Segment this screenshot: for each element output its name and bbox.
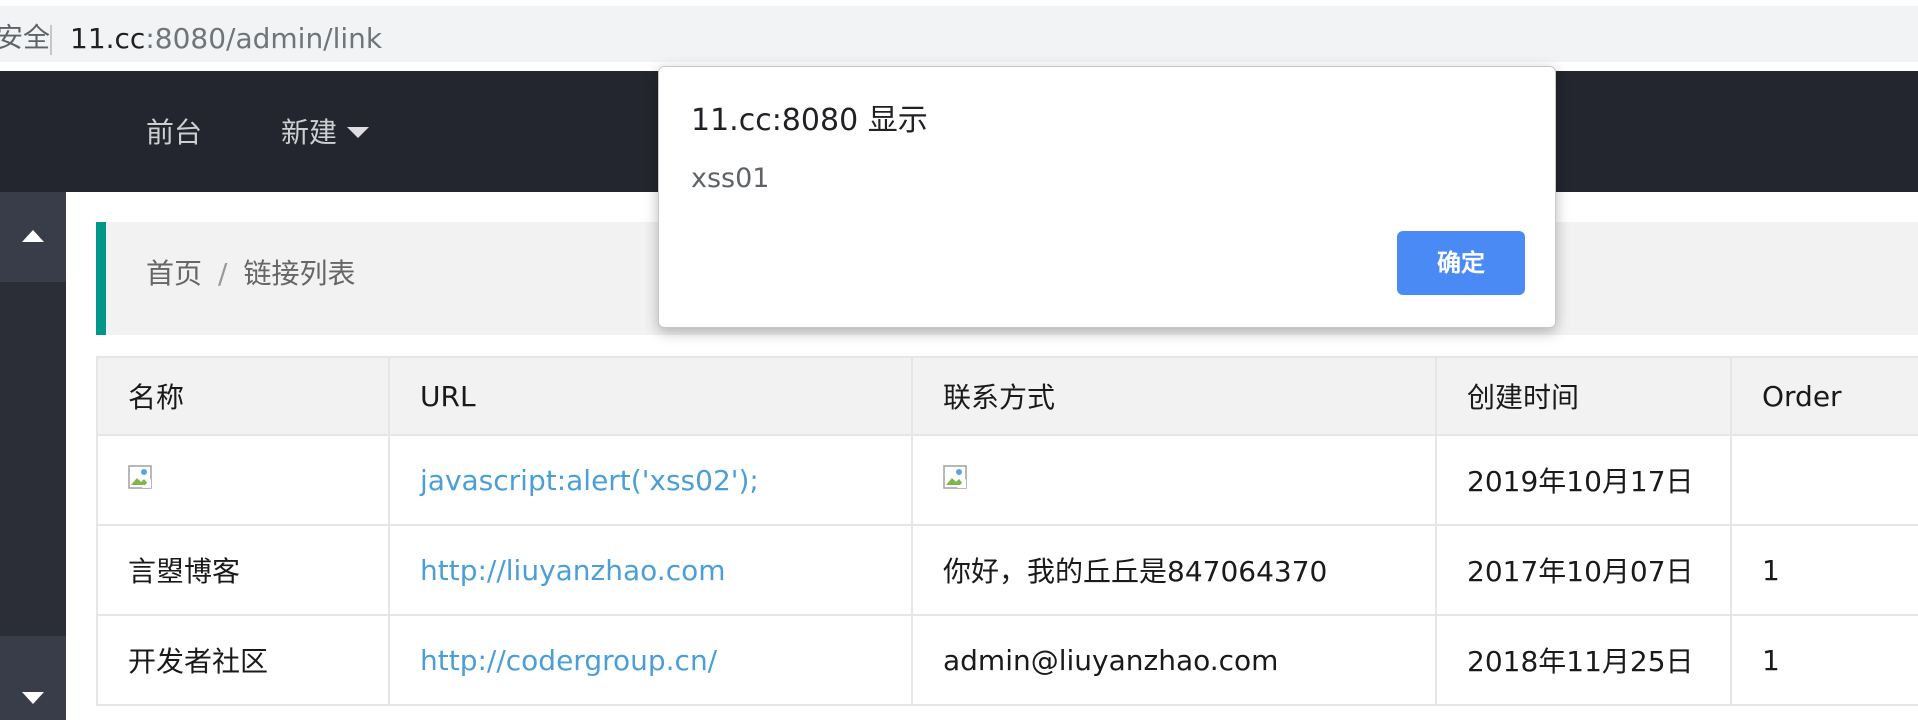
header-created: 创建时间 (1435, 356, 1732, 436)
alert-dialog: 11.cc:8080 显示 xss01 确定 (658, 66, 1556, 328)
broken-image-icon (943, 464, 967, 489)
triangle-up-icon (22, 230, 44, 242)
cell-url: http://codergroup.cn/ (388, 614, 913, 706)
address-field[interactable]: 安全 11.cc:8080/admin/link (0, 6, 1918, 62)
cell-created: 2018年11月25日 (1435, 614, 1732, 706)
cell-created: 2017年10月07日 (1435, 524, 1732, 616)
url-link[interactable]: http://codergroup.cn/ (420, 644, 717, 677)
header-url: URL (388, 356, 913, 436)
cell-created: 2019年10月17日 (1435, 434, 1732, 526)
table-row: javascript:alert('xss02'); 2019年10月17日 (96, 434, 1918, 526)
scroll-down-button[interactable] (0, 636, 66, 720)
header-contact: 联系方式 (911, 356, 1437, 436)
table-row: 开发者社区 http://codergroup.cn/ admin@liuyan… (96, 614, 1918, 706)
ok-button[interactable]: 确定 (1397, 231, 1525, 295)
cell-name: 言曌博客 (96, 524, 390, 616)
scroll-up-button[interactable] (0, 192, 66, 282)
header-order: Order (1730, 356, 1918, 436)
url-link[interactable]: http://liuyanzhao.com (420, 554, 726, 587)
breadcrumb-home[interactable]: 首页 (146, 257, 202, 290)
url-path: :8080/admin/link (145, 22, 383, 55)
browser-address-bar: 安全 11.cc:8080/admin/link (0, 0, 1918, 64)
page-root: 安全 11.cc:8080/admin/link 前台 新建 首页 / 链接列表 名… (0, 0, 1918, 720)
cell-contact (911, 434, 1437, 526)
dialog-title: 11.cc:8080 显示 (691, 103, 928, 138)
caret-down-icon (347, 126, 370, 138)
cell-url: javascript:alert('xss02'); (388, 434, 913, 526)
broken-image-icon (128, 464, 152, 489)
table-row: 言曌博客 http://liuyanzhao.com 你好，我的丘丘是84706… (96, 524, 1918, 616)
cell-contact: admin@liuyanzhao.com (911, 614, 1437, 706)
nav-front-link[interactable]: 前台 (146, 113, 202, 153)
triangle-down-icon (22, 692, 44, 704)
breadcrumb: 首页 / 链接列表 (146, 254, 355, 294)
security-label: 安全 (0, 23, 50, 54)
breadcrumb-separator: / (218, 257, 228, 290)
nav-new-label: 新建 (281, 116, 338, 149)
table-header-row: 名称 URL 联系方式 创建时间 Order (96, 356, 1918, 436)
address-url[interactable]: 11.cc:8080/admin/link (70, 21, 382, 57)
cell-name (96, 434, 390, 526)
cell-order: 1 (1730, 614, 1918, 706)
header-name: 名称 (96, 356, 390, 436)
links-table: 名称 URL 联系方式 创建时间 Order javascript:alert(… (96, 356, 1918, 706)
dialog-message: xss01 (691, 163, 770, 194)
url-host: 11.cc (70, 22, 146, 55)
cell-contact: 你好，我的丘丘是847064370 (911, 524, 1437, 616)
breadcrumb-current: 链接列表 (243, 257, 356, 290)
cell-url: http://liuyanzhao.com (388, 524, 913, 616)
url-link[interactable]: javascript:alert('xss02'); (420, 464, 759, 497)
nav-new-dropdown[interactable]: 新建 (281, 113, 370, 153)
cell-name: 开发者社区 (96, 614, 390, 706)
cell-order: 1 (1730, 524, 1918, 616)
cell-order (1730, 434, 1918, 526)
address-separator (50, 25, 52, 55)
